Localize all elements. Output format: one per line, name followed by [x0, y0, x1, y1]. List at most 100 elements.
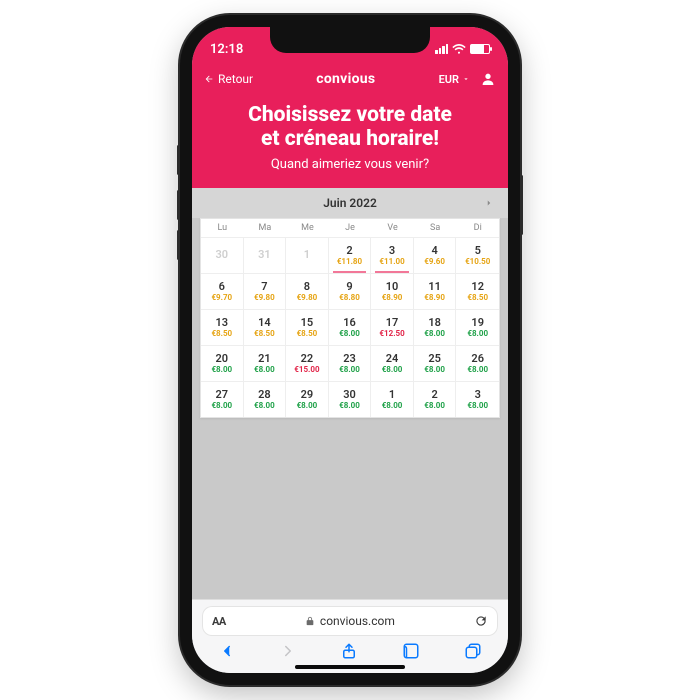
app-topbar: Retour convious EUR — [192, 63, 508, 95]
share-icon[interactable] — [340, 642, 358, 660]
tabs-icon[interactable] — [464, 642, 482, 660]
calendar-day[interactable]: 9€8.80 — [329, 273, 372, 309]
calendar-day[interactable]: 1€8.00 — [371, 381, 414, 417]
calendar-grid: 30 3 11 2€11.803€11.00 4 €9.60 5€10.50 6 €9.70 7€… — [201, 237, 499, 417]
browser-chrome: AA convious.com — [192, 599, 508, 673]
calendar-day[interactable]: 8 €9.80 — [286, 273, 329, 309]
calendar-day[interactable]: 30€8.00 — [329, 381, 372, 417]
address-bar[interactable]: AA convious.com — [202, 606, 498, 636]
day-number: 16 — [343, 317, 356, 328]
calendar-day[interactable]: 29€8.00 — [286, 381, 329, 417]
reload-icon[interactable] — [474, 614, 488, 628]
day-number: 1 — [304, 249, 310, 260]
day-number: 11 — [428, 281, 441, 292]
browser-toolbar — [202, 636, 498, 662]
day-number: 3 — [389, 245, 395, 256]
calendar-day: 1 — [286, 237, 329, 273]
status-time: 12:18 — [210, 42, 243, 57]
calendar-day[interactable]: 15€8.50 — [286, 309, 329, 345]
day-price: €8.50 — [467, 294, 488, 302]
day-number: 30 — [215, 249, 228, 260]
day-price: €9.60 — [424, 258, 445, 266]
calendar-day[interactable]: 24€8.00 — [371, 345, 414, 381]
calendar-day[interactable]: 6 €9.70 — [201, 273, 244, 309]
calendar-day[interactable]: 12 €8.50 — [456, 273, 499, 309]
screen: 12:18 Retour convious EUR — [192, 27, 508, 673]
day-number: 6 — [219, 281, 225, 292]
calendar-day[interactable]: 25 €8.00 — [414, 345, 457, 381]
status-indicators — [435, 44, 490, 54]
calendar-day[interactable]: 2€8.00 — [414, 381, 457, 417]
day-price: €8.00 — [211, 402, 232, 410]
day-number: 28 — [258, 389, 271, 400]
day-number: 8 — [304, 281, 310, 292]
calendar-day[interactable]: 10€8.90 — [371, 273, 414, 309]
day-price: €8.00 — [382, 402, 403, 410]
calendar-day[interactable]: 13€8.50 — [201, 309, 244, 345]
profile-icon[interactable] — [480, 71, 496, 87]
day-price: €8.00 — [211, 366, 232, 374]
weekday-label: Ma — [244, 219, 287, 237]
day-number: 5 — [475, 245, 481, 256]
reader-aa-button[interactable]: AA — [212, 615, 226, 628]
day-price: €9.80 — [254, 294, 275, 302]
chevron-right-icon — [484, 198, 494, 208]
home-indicator[interactable] — [295, 665, 405, 669]
calendar-day[interactable]: 16€8.00 — [329, 309, 372, 345]
day-number: 25 — [428, 353, 441, 364]
weekday-label: Sa — [414, 219, 457, 237]
day-price: €8.00 — [339, 366, 360, 374]
calendar-day[interactable]: 7€9.80 — [244, 273, 287, 309]
calendar-day[interactable]: 23 €8.00 — [329, 345, 372, 381]
day-price: €8.00 — [297, 402, 318, 410]
day-number: 12 — [471, 281, 484, 292]
weekday-row: LuMaMeJeVeSaDi — [201, 219, 499, 237]
calendar-day[interactable]: 27€8.00 — [201, 381, 244, 417]
day-number: 4 — [431, 245, 437, 256]
content-spacer — [192, 426, 508, 599]
currency-selector[interactable]: EUR — [439, 73, 470, 86]
caret-down-icon — [462, 75, 470, 83]
day-number: 2 — [431, 389, 437, 400]
bookmarks-icon[interactable] — [401, 642, 421, 660]
nav-back-icon[interactable] — [218, 642, 236, 660]
calendar-day[interactable]: 22€15.00 — [286, 345, 329, 381]
day-price: €8.00 — [467, 330, 488, 338]
day-number: 23 — [343, 353, 356, 364]
calendar-day[interactable]: 26€8.00 — [456, 345, 499, 381]
day-price: €15.00 — [294, 366, 319, 374]
day-number: 2 — [346, 245, 352, 256]
cellular-signal-icon — [435, 44, 448, 54]
calendar-day[interactable]: 21€8.00 — [244, 345, 287, 381]
calendar-day[interactable]: 19€8.00 — [456, 309, 499, 345]
month-label: Juin 2022 — [323, 196, 377, 210]
calendar-day[interactable]: 14€8.50 — [244, 309, 287, 345]
calendar-day[interactable]: 20€8.00 — [201, 345, 244, 381]
calendar-day[interactable]: 11 €8.90 — [414, 273, 457, 309]
day-price: €8.90 — [424, 294, 445, 302]
day-number: 3 — [475, 389, 481, 400]
day-price: €8.00 — [254, 402, 275, 410]
battery-icon — [470, 44, 490, 54]
weekday-label: Me — [286, 219, 329, 237]
calendar-day[interactable]: 2€11.80 — [329, 237, 372, 273]
back-button[interactable]: Retour — [204, 72, 253, 86]
currency-label: EUR — [439, 73, 459, 86]
calendar-container: LuMaMeJeVeSaDi 30 3 11 2€11.803€11.00 4 €9.60… — [192, 218, 508, 426]
day-price: €9.80 — [297, 294, 318, 302]
day-price: €8.90 — [382, 294, 403, 302]
day-price: €8.00 — [467, 402, 488, 410]
calendar-day[interactable]: 3 €8.00 — [456, 381, 499, 417]
calendar-day[interactable]: 17€12.50 — [371, 309, 414, 345]
weekday-label: Je — [329, 219, 372, 237]
month-next-button[interactable] — [484, 198, 494, 208]
calendar-day[interactable]: 5€10.50 — [456, 237, 499, 273]
calendar-day[interactable]: 18€8.00 — [414, 309, 457, 345]
day-number: 15 — [301, 317, 314, 328]
day-number: 13 — [215, 317, 228, 328]
day-price: €9.70 — [211, 294, 232, 302]
calendar-day[interactable]: 28 €8.00 — [244, 381, 287, 417]
calendar-day[interactable]: 3€11.00 — [371, 237, 414, 273]
calendar-day[interactable]: 4 €9.60 — [414, 237, 457, 273]
day-price: €8.00 — [424, 366, 445, 374]
